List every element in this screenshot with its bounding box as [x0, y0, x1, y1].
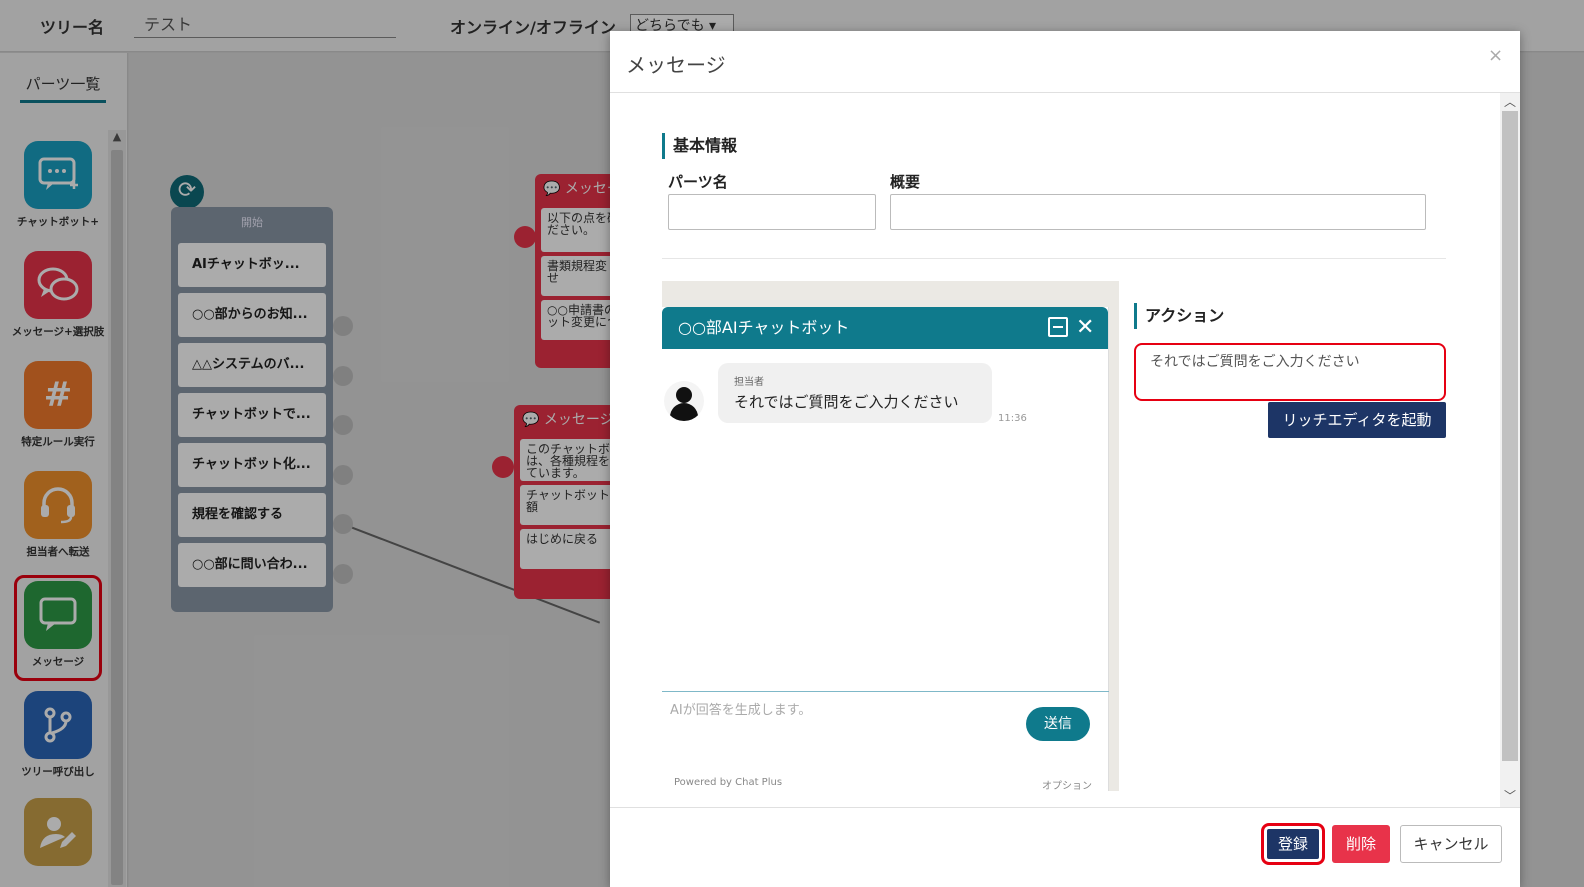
close-icon[interactable]: ✕ [1076, 307, 1094, 349]
modal-scroll-thumb[interactable] [1502, 111, 1518, 761]
option-link[interactable]: オプション [1042, 777, 1092, 792]
part-name-label: パーツ名 [668, 173, 728, 191]
chat-preview: ○○部AIチャットボット ✕ 担当者 それではご質問をご入力ください 11:36… [662, 281, 1119, 792]
powered-by: Powered by Chat Plus [674, 777, 783, 788]
chat-widget: ○○部AIチャットボット ✕ 担当者 それではご質問をご入力ください 11:36… [662, 307, 1109, 792]
basic-info-heading: 基本情報 [662, 133, 737, 159]
chat-input-border [662, 691, 1109, 692]
summary-label: 概要 [890, 173, 921, 191]
chat-message: それではご質問をご入力ください [734, 393, 959, 411]
minimize-icon[interactable] [1048, 317, 1068, 337]
operator-avatar [664, 381, 704, 421]
action-heading: アクション [1134, 303, 1224, 329]
chat-title: ○○部AIチャットボット [678, 318, 850, 337]
modal-footer: 登録 削除 キャンセル [610, 807, 1520, 887]
action-textarea[interactable]: それではご質問をご入力ください [1134, 343, 1446, 401]
avatar-body [670, 403, 698, 421]
chat-header: ○○部AIチャットボット ✕ [662, 307, 1108, 349]
chat-input[interactable]: AIが回答を生成します。 [670, 699, 811, 718]
chat-bubble: 担当者 それではご質問をご入力ください [718, 363, 992, 423]
modal-scrollbar[interactable]: ︿ ﹀ [1500, 93, 1520, 807]
delete-button[interactable]: 削除 [1332, 825, 1390, 863]
scroll-down-arrow[interactable]: ﹀ [1500, 787, 1520, 804]
summary-input[interactable] [890, 194, 1426, 230]
rich-editor-button[interactable]: リッチエディタを起動 [1268, 402, 1446, 438]
chat-timestamp: 11:36 [998, 413, 1027, 424]
cancel-button[interactable]: キャンセル [1400, 825, 1502, 863]
section-divider [662, 258, 1446, 259]
modal-header: メッセージ × [610, 31, 1520, 93]
avatar-head [676, 387, 692, 403]
message-modal: メッセージ × ︿ ﹀ 基本情報 パーツ名 概要 ○○部AIチャットボット ✕ … [610, 31, 1520, 887]
chat-sender: 担当者 [734, 377, 764, 388]
close-icon[interactable]: × [1488, 45, 1503, 66]
send-button[interactable]: 送信 [1026, 707, 1090, 741]
part-name-input[interactable] [668, 194, 876, 230]
modal-title: メッセージ [626, 53, 726, 77]
register-button[interactable]: 登録 [1267, 829, 1319, 859]
scroll-up-arrow[interactable]: ︿ [1500, 93, 1520, 110]
